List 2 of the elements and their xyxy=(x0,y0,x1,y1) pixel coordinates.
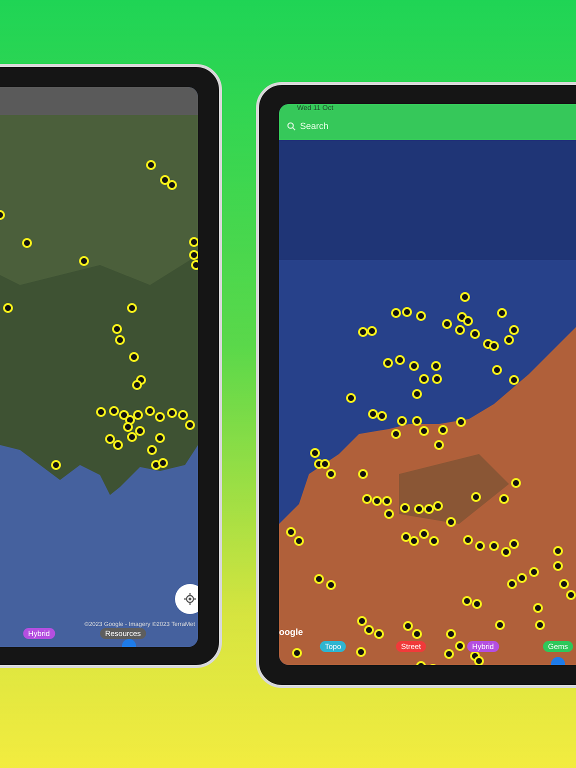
search-field[interactable]: Search xyxy=(287,116,576,136)
map-logo: oogle xyxy=(279,627,303,637)
